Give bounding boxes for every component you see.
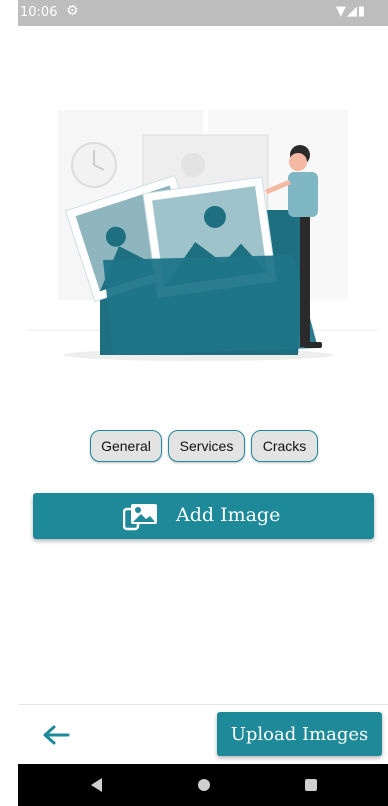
- chip-services[interactable]: Services: [168, 430, 245, 462]
- back-button[interactable]: [40, 720, 72, 750]
- nav-home-icon[interactable]: [198, 779, 210, 791]
- footer-divider: [18, 704, 388, 705]
- folder-photos-illustration: [18, 90, 388, 380]
- status-time: 10:06: [20, 5, 58, 20]
- navigation-bar: [18, 764, 388, 806]
- image-add-icon: [122, 503, 159, 535]
- category-chips: General Services Cracks: [0, 430, 388, 462]
- status-bar: 10:06 ⚙ ▼◢▮: [18, 0, 388, 26]
- gear-icon: ⚙: [66, 3, 79, 19]
- nav-back-icon[interactable]: [91, 778, 102, 792]
- nav-recents-icon[interactable]: [305, 779, 317, 791]
- arrow-left-icon: [40, 725, 72, 754]
- chip-cracks[interactable]: Cracks: [251, 430, 318, 462]
- add-image-button[interactable]: Add Image: [33, 493, 374, 539]
- chip-general[interactable]: General: [90, 430, 162, 462]
- upload-images-button[interactable]: Upload Images: [217, 712, 382, 756]
- status-icons: ▼◢▮: [335, 4, 366, 19]
- add-image-label: Add Image: [176, 504, 281, 526]
